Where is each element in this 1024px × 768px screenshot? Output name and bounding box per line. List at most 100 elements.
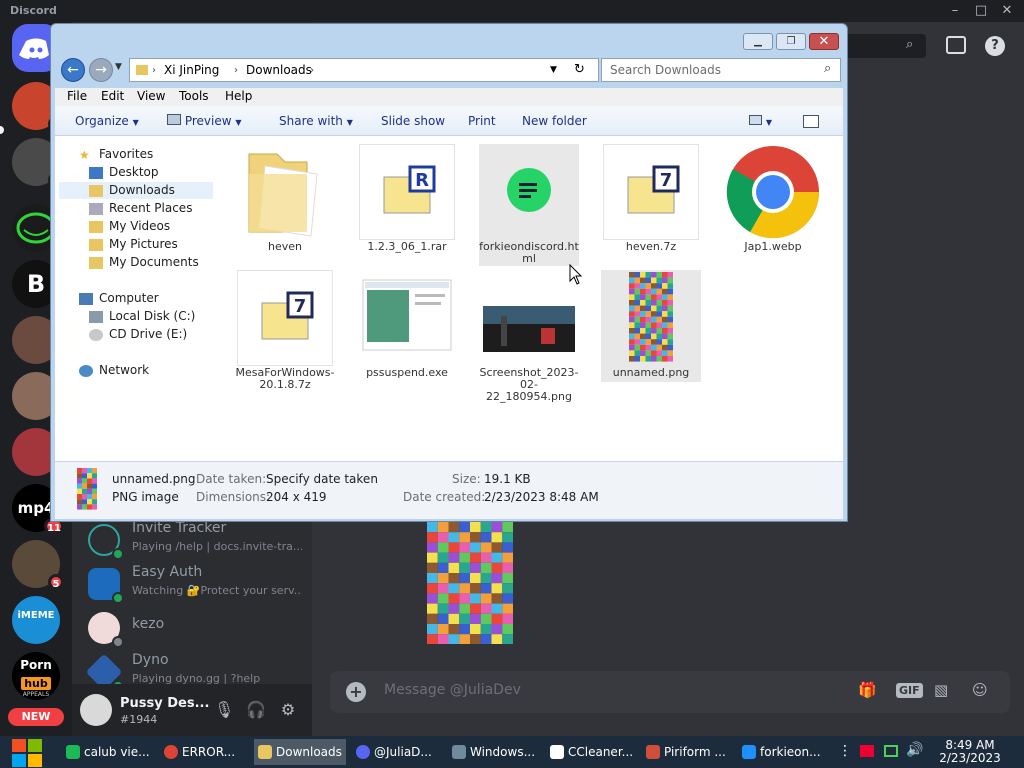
nav-local-disk[interactable]: Local Disk (C:) bbox=[109, 309, 195, 323]
mouse-cursor-icon bbox=[569, 264, 583, 285]
menu-view[interactable]: View bbox=[137, 89, 165, 103]
maximize-icon[interactable]: □ bbox=[970, 2, 992, 20]
file-item[interactable]: 7 MesaForWindows-20.1.8.7z bbox=[235, 270, 335, 391]
emoji-icon[interactable]: ☺ bbox=[972, 681, 988, 699]
more-icon[interactable]: ⋮ bbox=[838, 743, 852, 759]
flag-icon[interactable] bbox=[860, 745, 874, 757]
message-attachment-image[interactable] bbox=[427, 522, 513, 644]
app-title: Discord bbox=[10, 4, 57, 17]
taskbar-item[interactable]: CCleaner... bbox=[546, 739, 634, 765]
sticker-icon[interactable]: ▧ bbox=[934, 681, 948, 699]
offline-status-icon bbox=[112, 636, 124, 648]
taskbar-item[interactable]: calub vie... bbox=[62, 739, 154, 765]
gif-button[interactable]: GIF bbox=[896, 683, 923, 698]
taskbar-item[interactable]: Windows... bbox=[448, 739, 540, 765]
detail-file-type: PNG image bbox=[112, 490, 179, 504]
piriform-icon bbox=[646, 745, 660, 759]
volume-icon[interactable]: 🔊 bbox=[906, 742, 923, 758]
server-icon[interactable]: iMEME bbox=[12, 596, 60, 644]
nav-favorites[interactable]: Favorites bbox=[99, 147, 153, 161]
nav-recent-places[interactable]: Recent Places bbox=[109, 201, 192, 215]
print-button[interactable]: Print bbox=[468, 114, 496, 128]
change-view-icon[interactable]: ▼ bbox=[749, 114, 772, 128]
taskbar-item[interactable]: ERROR... bbox=[160, 739, 248, 765]
file-item[interactable]: Screenshot_2023-02-22_180954.png bbox=[479, 270, 579, 403]
server-icon[interactable]: 5 bbox=[12, 540, 64, 590]
svg-text:7: 7 bbox=[660, 170, 673, 191]
inbox-icon[interactable] bbox=[946, 36, 966, 54]
taskbar-item[interactable]: @JuliaD... bbox=[352, 739, 440, 765]
cd-drive-icon bbox=[89, 329, 103, 341]
nav-cd-drive[interactable]: CD Drive (E:) bbox=[109, 327, 187, 341]
dm-item[interactable]: Easy Auth Watching 🔐Protect your serv... bbox=[80, 562, 310, 606]
file-name: MesaForWindows-20.1.8.7z bbox=[235, 366, 335, 391]
minimize-icon[interactable]: ▁ bbox=[743, 33, 773, 50]
dm-item[interactable]: kezo bbox=[80, 606, 310, 650]
preview-button[interactable]: Preview ▼ bbox=[167, 114, 242, 128]
search-field[interactable]: Search Downloads ⌕ bbox=[601, 58, 841, 82]
detail-label: Size: bbox=[452, 472, 481, 486]
dm-name: Easy Auth bbox=[132, 564, 203, 580]
menu-help[interactable]: Help bbox=[225, 89, 252, 103]
conversation-search[interactable]: ⌕ bbox=[846, 34, 926, 58]
user-avatar[interactable] bbox=[80, 694, 112, 726]
slideshow-button[interactable]: Slide show bbox=[381, 114, 445, 128]
folder-icon bbox=[237, 144, 333, 240]
server-icon[interactable]: Porn hub APPEALS bbox=[12, 652, 60, 700]
add-attachment-icon[interactable]: + bbox=[346, 682, 366, 702]
file-item[interactable]: unnamed.png bbox=[601, 270, 701, 382]
close-icon[interactable]: ✕ bbox=[809, 33, 839, 50]
menu-edit[interactable]: Edit bbox=[101, 89, 124, 103]
help-icon[interactable]: ? bbox=[985, 36, 1005, 56]
file-item[interactable]: heven bbox=[235, 144, 335, 256]
file-item[interactable]: pssuspend.exe bbox=[357, 270, 457, 382]
gift-icon[interactable]: 🎁 bbox=[858, 681, 877, 699]
back-icon[interactable]: ← bbox=[61, 58, 85, 82]
clock[interactable]: 8:49 AM 2/23/2023 bbox=[930, 739, 1010, 765]
taskbar-item-active[interactable]: Downloads bbox=[254, 739, 346, 765]
nav-my-pictures[interactable]: My Pictures bbox=[109, 237, 178, 251]
organize-button[interactable]: Organize ▼ bbox=[75, 114, 139, 128]
chevron-down-icon[interactable]: ▼ bbox=[550, 65, 557, 75]
breadcrumb-item[interactable]: Downloads bbox=[246, 63, 312, 77]
file-item-selected[interactable]: forkieondiscord.html bbox=[479, 144, 579, 266]
file-item[interactable]: Jap1.webp bbox=[723, 144, 823, 256]
menu-tools[interactable]: Tools bbox=[179, 89, 209, 103]
preview-pane-icon[interactable] bbox=[803, 115, 819, 128]
message-composer[interactable]: + Message @JuliaDev 🎁 GIF ▧ ☺ bbox=[330, 671, 1010, 713]
detail-dimensions: 204 x 419 bbox=[266, 490, 327, 504]
chevron-down-icon[interactable]: ▼ bbox=[115, 62, 122, 72]
network-tray-icon[interactable] bbox=[884, 745, 898, 757]
taskbar-item[interactable]: forkieon... bbox=[738, 739, 826, 765]
menu-file[interactable]: File bbox=[67, 89, 87, 103]
nav-my-videos[interactable]: My Videos bbox=[109, 219, 170, 233]
nav-downloads[interactable]: Downloads bbox=[109, 183, 175, 197]
share-button[interactable]: Share with ▼ bbox=[279, 114, 353, 128]
detail-date-taken[interactable]: Specify date taken bbox=[266, 472, 378, 486]
breadcrumb-item[interactable]: Xi JinPing bbox=[164, 63, 219, 77]
settings-gear-icon[interactable]: ⚙ bbox=[278, 700, 298, 720]
new-folder-button[interactable]: New folder bbox=[522, 114, 587, 128]
task-label: @JuliaD... bbox=[374, 745, 432, 759]
restore-icon[interactable]: ❐ bbox=[776, 33, 806, 50]
organize-label: Organize bbox=[75, 114, 129, 128]
start-button-icon[interactable] bbox=[10, 737, 44, 768]
file-item[interactable]: 7 heven.7z bbox=[601, 144, 701, 256]
headphones-icon[interactable]: 🎧 bbox=[246, 700, 266, 720]
minimize-icon[interactable]: – bbox=[944, 2, 966, 20]
refresh-icon[interactable]: ↻ bbox=[574, 62, 585, 77]
taskbar-item[interactable]: Piriform ... bbox=[642, 739, 730, 765]
dm-item[interactable]: Invite Tracker Playing /help | docs.invi… bbox=[80, 518, 310, 562]
message-input[interactable]: Message @JuliaDev bbox=[384, 682, 521, 698]
nav-my-documents[interactable]: My Documents bbox=[109, 255, 199, 269]
microphone-icon[interactable]: 🎙 bbox=[214, 700, 234, 720]
clock-date: 2/23/2023 bbox=[939, 751, 1001, 765]
forward-icon[interactable]: → bbox=[89, 58, 113, 82]
address-bar[interactable]: › Xi JinPing › Downloads › ▼ ↻ bbox=[129, 58, 599, 82]
nav-network[interactable]: Network bbox=[99, 363, 149, 377]
file-item[interactable]: R 1.2.3_06_1.rar bbox=[357, 144, 457, 256]
7z-archive-icon: 7 bbox=[237, 270, 333, 366]
nav-computer[interactable]: Computer bbox=[99, 291, 159, 305]
close-icon[interactable]: ✕ bbox=[996, 2, 1018, 20]
nav-desktop[interactable]: Desktop bbox=[109, 165, 159, 179]
